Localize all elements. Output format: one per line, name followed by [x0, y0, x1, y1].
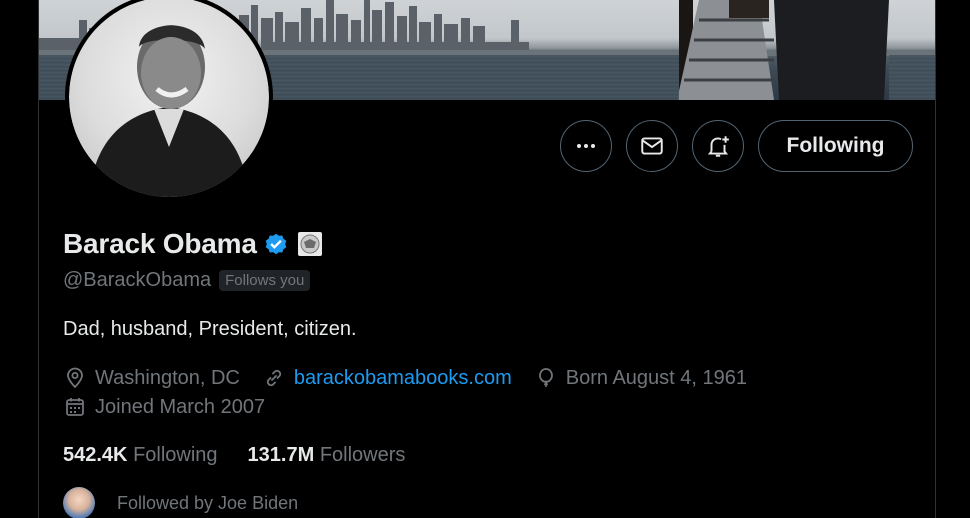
more-icon — [577, 144, 595, 148]
calendar-icon — [66, 398, 84, 416]
balloon-icon — [538, 368, 553, 387]
profile-bio: Dad, husband, President, citizen. — [63, 318, 357, 340]
follows-you-badge: Follows you — [219, 270, 311, 291]
mail-icon — [641, 137, 663, 155]
following-count: 542.4K — [63, 444, 128, 466]
followers-label: Followers — [319, 444, 406, 466]
banner-water-right — [889, 55, 935, 100]
website-item: barackobamabooks.com — [262, 366, 512, 390]
profile-meta-row-2: Joined March 2007 — [63, 395, 287, 419]
handle-row: @BarackObama Follows you — [63, 269, 311, 292]
user-handle: @BarackObama — [63, 269, 212, 291]
birthday-text: Born August 4, 1961 — [565, 366, 748, 389]
joined-text: Joined March 2007 — [95, 395, 266, 418]
following-label: Following — [133, 444, 218, 466]
notifications-button[interactable] — [692, 120, 744, 172]
followed-by-text: Followed by Joe Biden — [117, 492, 299, 513]
profile-avatar[interactable] — [65, 0, 273, 201]
message-button[interactable] — [626, 120, 678, 172]
more-options-button[interactable] — [560, 120, 612, 172]
display-name: Barack Obama — [63, 228, 257, 259]
avatar-photo — [69, 0, 269, 197]
joined-item: Joined March 2007 — [63, 395, 265, 419]
follower-avatar — [63, 487, 95, 518]
followers-count: 131.7M — [247, 444, 315, 466]
followers-stat[interactable]: 131.7M Followers — [248, 444, 406, 467]
location-text: Washington, DC — [95, 366, 240, 389]
location-icon — [67, 367, 83, 389]
website-link[interactable]: barackobamabooks.com — [294, 367, 512, 390]
profile-column: Following Barack Obama @BarackObama Foll… — [38, 0, 936, 518]
follow-stats: 542.4K Following 131.7M Followers — [63, 444, 435, 467]
following-button[interactable]: Following — [758, 120, 913, 172]
name-row: Barack Obama — [63, 228, 323, 260]
location-item: Washington, DC — [63, 366, 240, 390]
profile-meta-row: Washington, DC barackobamabooks.com Born… — [63, 366, 769, 390]
verified-badge-icon[interactable] — [263, 231, 289, 257]
government-seal-icon[interactable] — [297, 231, 323, 257]
birthday-item: Born August 4, 1961 — [534, 366, 747, 390]
following-stat[interactable]: 542.4K Following — [63, 444, 218, 467]
followed-by-row[interactable]: Followed by Joe Biden — [63, 487, 298, 518]
bell-plus-icon — [707, 136, 729, 157]
link-icon — [266, 369, 281, 387]
